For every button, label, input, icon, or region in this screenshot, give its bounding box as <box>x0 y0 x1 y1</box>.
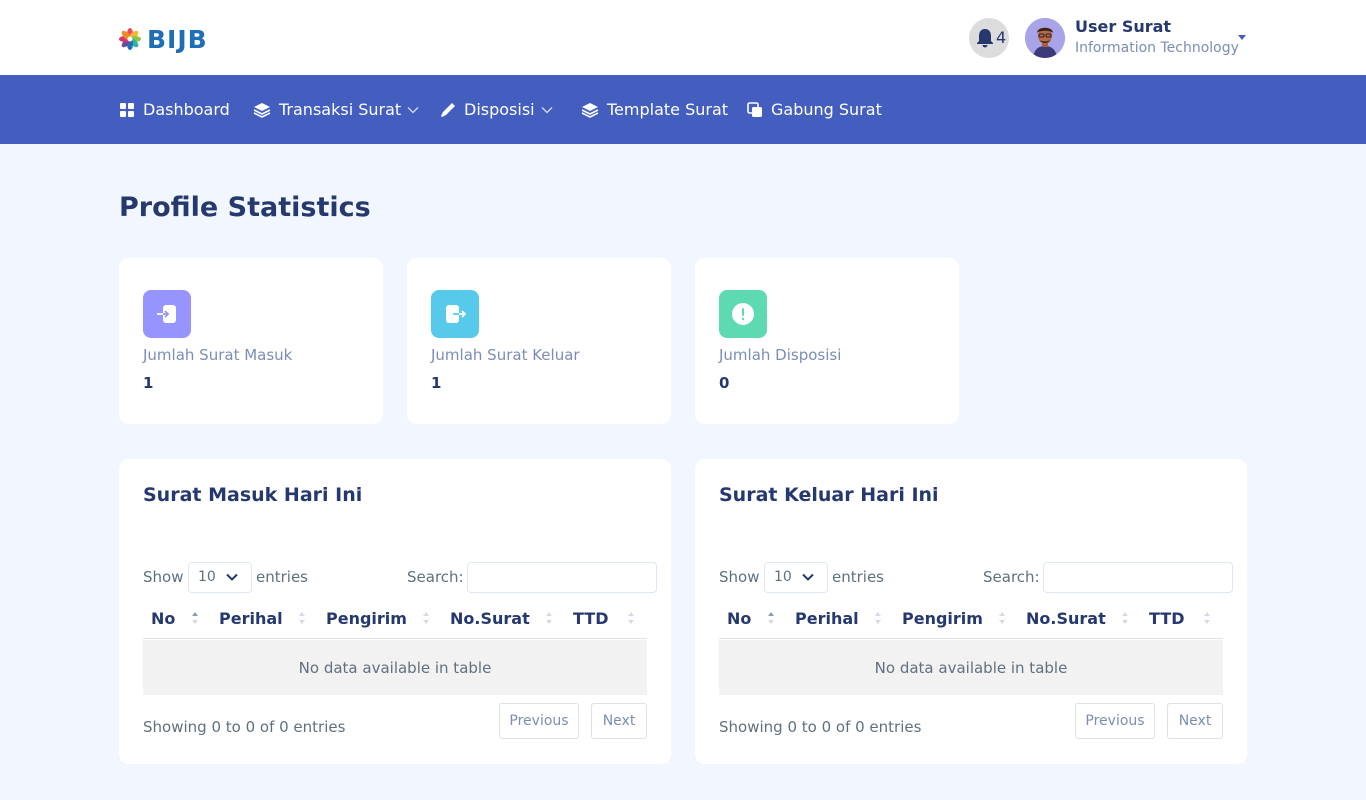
avatar[interactable] <box>1025 18 1065 58</box>
stat-icon-box <box>719 290 767 338</box>
pen-icon <box>441 102 455 117</box>
column-header-perihal[interactable]: Perihal <box>219 609 283 628</box>
brand-name: BIJB <box>147 24 208 54</box>
stat-icon-box <box>431 290 479 338</box>
nav-item-transaksi-surat[interactable]: Transaksi Surat <box>253 75 427 144</box>
column-header-ttd[interactable]: TTD <box>1149 609 1184 628</box>
bell-icon <box>977 29 993 48</box>
stat-icon-box <box>143 290 191 338</box>
search-label: Search: <box>407 568 464 586</box>
nav-item-label: Disposisi <box>464 100 535 119</box>
stat-card-surat-keluar: Jumlah Surat Keluar 1 <box>407 258 671 424</box>
caret-down-icon[interactable] <box>1238 35 1246 40</box>
top-header: BIJB 4 User Surat Information Technology <box>0 0 1366 75</box>
stat-label: Jumlah Disposisi <box>719 346 842 364</box>
sort-icon <box>999 612 1005 626</box>
column-header-pengirim[interactable]: Pengirim <box>326 609 407 628</box>
empty-table-row: No data available in table <box>719 640 1223 695</box>
stat-value: 1 <box>143 374 154 392</box>
sort-ascending-icon <box>768 612 774 626</box>
sort-icon <box>1204 612 1210 626</box>
column-header-ttd[interactable]: TTD <box>573 609 608 628</box>
nav-item-label: Gabung Surat <box>771 100 882 119</box>
chevron-down-icon <box>226 573 238 581</box>
table-card-surat-masuk: Surat Masuk Hari Ini Show 10 entries Sea… <box>119 459 671 764</box>
page-title: Profile Statistics <box>119 192 371 223</box>
alert-icon <box>732 303 754 325</box>
table-card-surat-keluar: Surat Keluar Hari Ini Show 10 entries Se… <box>695 459 1247 764</box>
next-button[interactable]: Next <box>1167 703 1223 739</box>
column-header-pengirim[interactable]: Pengirim <box>902 609 983 628</box>
table-info: Showing 0 to 0 of 0 entries <box>719 718 922 736</box>
main-navbar: Dashboard Transaksi Surat Disposisi Temp… <box>0 75 1366 144</box>
table-header-row: No Perihal Pengirim No.Surat TTD <box>143 599 647 639</box>
sort-icon <box>628 612 634 626</box>
nav-item-dashboard[interactable]: Dashboard <box>119 75 230 144</box>
notification-count: 4 <box>996 28 1007 47</box>
previous-button[interactable]: Previous <box>499 703 579 739</box>
stat-value: 1 <box>431 374 442 392</box>
chevron-down-icon <box>802 573 814 581</box>
brand-logo-link[interactable]: BIJB <box>119 24 208 54</box>
sort-icon <box>1122 612 1128 626</box>
show-label: Show <box>143 568 184 586</box>
table-info: Showing 0 to 0 of 0 entries <box>143 718 346 736</box>
entries-label: entries <box>832 568 884 586</box>
empty-table-row: No data available in table <box>143 640 647 695</box>
user-name[interactable]: User Surat <box>1075 17 1171 36</box>
search-input[interactable] <box>1043 562 1233 593</box>
sort-icon <box>875 612 881 626</box>
nav-item-label: Transaksi Surat <box>279 100 402 119</box>
user-department: Information Technology <box>1075 40 1239 56</box>
column-header-no-surat[interactable]: No.Surat <box>1026 609 1106 628</box>
stat-value: 0 <box>719 374 730 392</box>
sort-icon <box>423 612 429 626</box>
card-title: Surat Masuk Hari Ini <box>143 484 363 506</box>
nav-item-gabung-surat[interactable]: Gabung Surat <box>747 75 882 144</box>
column-header-perihal[interactable]: Perihal <box>795 609 859 628</box>
sort-ascending-icon <box>192 612 198 626</box>
nav-item-label: Dashboard <box>143 100 230 119</box>
entries-select[interactable]: 10 <box>764 562 828 593</box>
stat-label: Jumlah Surat Masuk <box>143 346 293 364</box>
stat-card-surat-masuk: Jumlah Surat Masuk 1 <box>119 258 383 424</box>
stack-icon <box>253 102 271 118</box>
show-label: Show <box>719 568 760 586</box>
user-avatar-icon <box>1025 18 1065 58</box>
chevron-down-icon <box>541 106 553 114</box>
sort-icon <box>546 612 552 626</box>
stat-card-disposisi: Jumlah Disposisi 0 <box>695 258 959 424</box>
entries-select[interactable]: 10 <box>188 562 252 593</box>
search-input[interactable] <box>467 562 657 593</box>
nav-item-label: Template Surat <box>607 100 729 119</box>
chevron-down-icon <box>407 106 419 114</box>
logout-icon <box>446 305 467 323</box>
stack-icon <box>581 102 599 118</box>
nav-item-disposisi[interactable]: Disposisi <box>440 75 561 144</box>
column-header-no[interactable]: No <box>727 609 751 628</box>
stat-label: Jumlah Surat Keluar <box>431 346 580 364</box>
sort-icon <box>299 612 305 626</box>
nav-item-template-surat[interactable]: Template Surat <box>581 75 728 144</box>
entries-label: entries <box>256 568 308 586</box>
previous-button[interactable]: Previous <box>1075 703 1155 739</box>
copy-icon <box>747 101 762 117</box>
next-button[interactable]: Next <box>591 703 647 739</box>
login-icon <box>157 305 176 323</box>
table-header-row: No Perihal Pengirim No.Surat TTD <box>719 599 1223 639</box>
entries-select-value: 10 <box>198 569 216 585</box>
column-header-no[interactable]: No <box>151 609 175 628</box>
card-title: Surat Keluar Hari Ini <box>719 484 939 506</box>
grid-icon <box>120 102 134 117</box>
column-header-no-surat[interactable]: No.Surat <box>450 609 530 628</box>
entries-select-value: 10 <box>774 569 792 585</box>
search-label: Search: <box>983 568 1040 586</box>
flower-logo-icon <box>119 28 141 50</box>
